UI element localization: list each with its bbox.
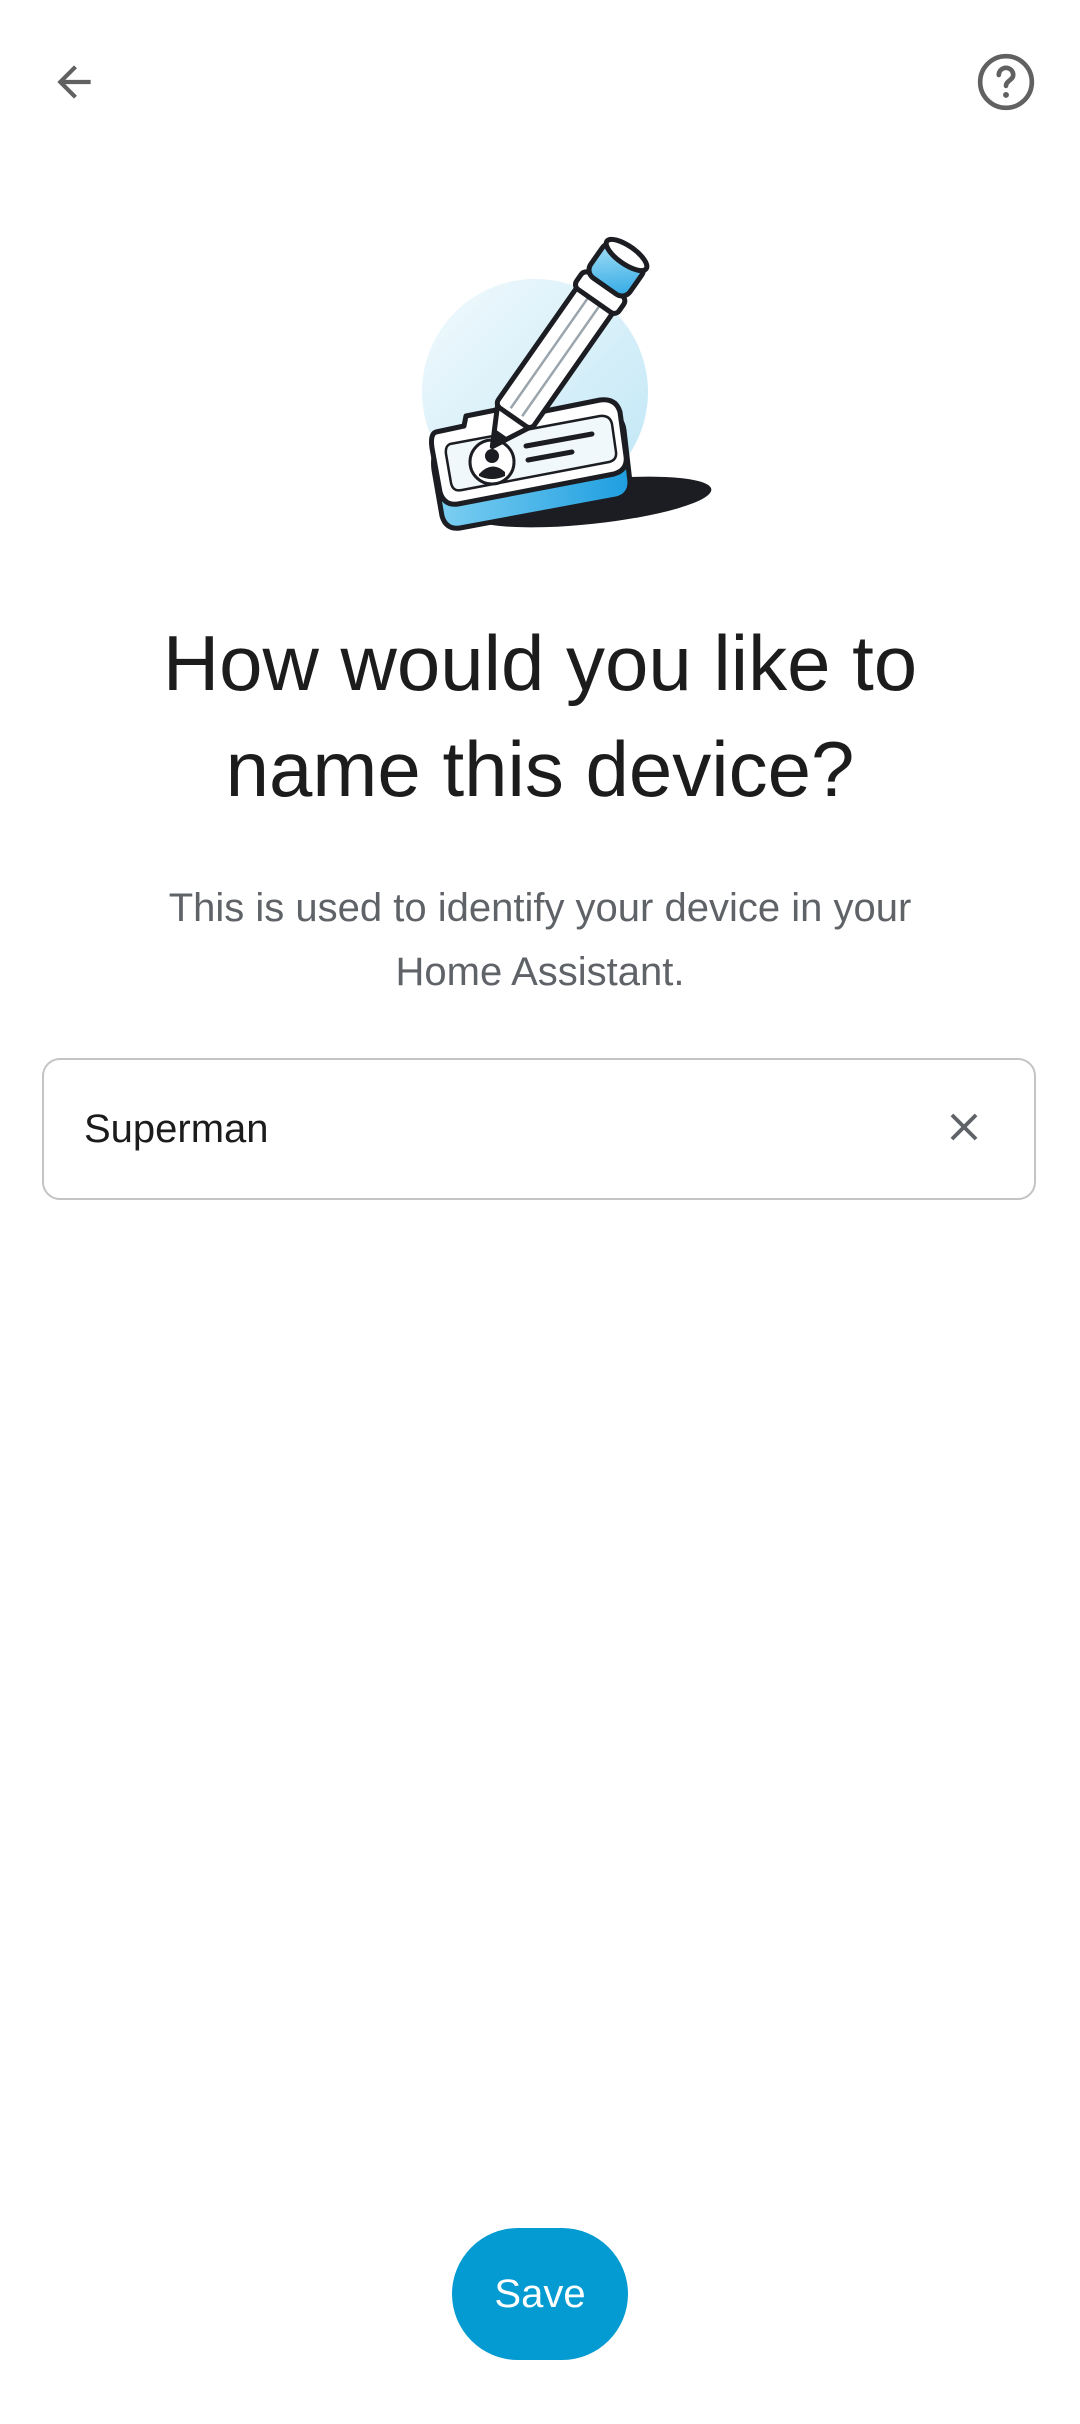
help-button[interactable] [958, 36, 1054, 132]
device-name-field[interactable] [42, 1058, 1036, 1200]
save-button[interactable]: Save [452, 2228, 628, 2360]
clear-text-button[interactable] [916, 1081, 1012, 1177]
page-subtitle: This is used to identify your device in … [168, 886, 912, 994]
top-app-bar [0, 0, 1080, 170]
device-name-input[interactable] [44, 1060, 916, 1198]
pencil-id-card-illustration [400, 220, 720, 550]
page-title: How would you like to name this device? [162, 619, 918, 813]
arrow-back-icon [49, 57, 99, 112]
help-circle-icon [975, 51, 1037, 118]
back-button[interactable] [26, 36, 122, 132]
close-icon [941, 1104, 987, 1155]
